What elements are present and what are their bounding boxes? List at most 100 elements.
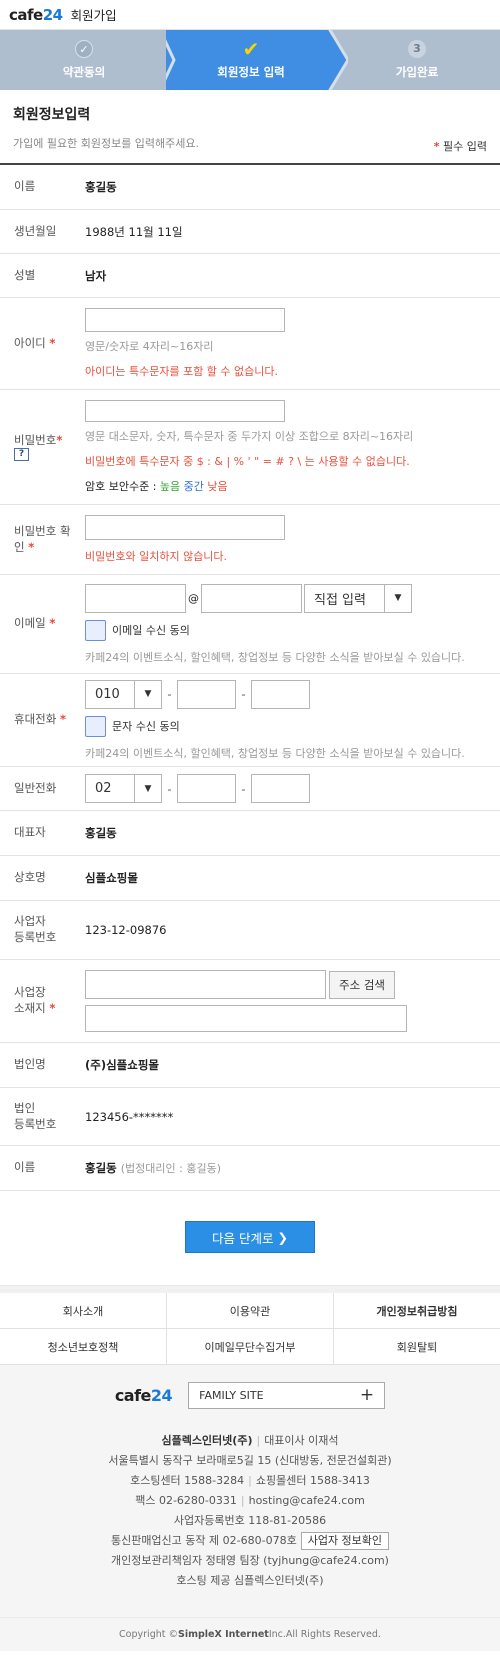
phone-mid-input[interactable] (177, 774, 236, 803)
label-email: 이메일 * (14, 616, 56, 631)
sms-consent[interactable]: 문자 수신 동의 (85, 715, 500, 737)
footer-links: 회사소개 이용약관 개인정보취급방침 청소년보호정책 이메일무단수집거부 회원탈… (0, 1293, 500, 1365)
value-gender: 남자 (85, 268, 107, 283)
email-consent-checkbox[interactable] (85, 619, 106, 641)
dropdown-arrow-icon: ▼ (384, 584, 411, 612)
step-info-input: ✔ 회원정보 입력 (217, 37, 285, 79)
required-star-icon: * (49, 335, 56, 350)
row-gender: 성별 남자 (0, 254, 500, 298)
company-address: 서울특별시 동작구 보라매로5길 15 (신대방동, 전문건설회관) (108, 1454, 392, 1467)
footer-link-no-email[interactable]: 이메일무단수집거부 (167, 1329, 334, 1365)
label-password: 비밀번호* ? (14, 432, 63, 462)
mobile-mid-input[interactable] (177, 679, 236, 709)
password-confirm-error: 비밀번호와 일치하지 않습니다. (85, 550, 228, 563)
mobile-last-input[interactable] (251, 679, 310, 709)
copyright: Copyright © SimpleX Internet Inc.All Rig… (0, 1617, 500, 1651)
value-ceo: 홍길동 (85, 826, 117, 840)
section-title: 회원정보입력 (13, 107, 91, 123)
label-bizno: 사업자 등록번호 (14, 914, 57, 944)
biz-number: 사업자등록번호 118-81-20586 (173, 1514, 327, 1527)
footer-link-privacy[interactable]: 개인정보취급방침 (334, 1293, 500, 1329)
next-step-button[interactable]: 다음 단계로 ❯ (185, 1221, 315, 1253)
label-phone: 일반전화 (14, 780, 57, 795)
address-line1-input[interactable] (85, 970, 326, 999)
step-complete: 3 가입완료 (395, 40, 439, 79)
email-local-input[interactable] (85, 583, 186, 613)
required-star-icon: * (28, 539, 35, 554)
phone-last-input[interactable] (251, 774, 310, 803)
password-input[interactable] (85, 400, 285, 422)
contact-email: hosting@cafe24.com (248, 1494, 365, 1507)
row-password: 비밀번호* ? 영문 대소문자, 숫자, 특수문자 중 두가지 이상 조합으로 … (0, 390, 500, 505)
strength-high: 높음 (159, 480, 181, 493)
label-corp-no: 법인 등록번호 (14, 1100, 57, 1131)
footer-link-about[interactable]: 회사소개 (0, 1293, 167, 1329)
password-error: 비밀번호에 특수문자 중 $ : & | % ' " = # ? \ 는 사용할… (85, 455, 410, 468)
page-title: 회원가입 (70, 8, 117, 23)
userid-hint: 영문/숫자로 4자리~16자리 (85, 340, 214, 353)
strength-low: 낮음 (207, 480, 228, 493)
password-help-icon[interactable]: ? (14, 448, 29, 462)
row-ceo: 대표자 홍길동 (0, 811, 500, 856)
email-domain-select[interactable]: 직접 입력 ▼ (304, 583, 412, 613)
password-hint: 영문 대소문자, 숫자, 특수문자 중 두가지 이상 조합으로 8자리~16자리 (85, 430, 414, 443)
required-star-icon: * (433, 140, 440, 153)
guardian-note: (법정대리인 : 홍길동) (120, 1162, 221, 1175)
row-corp-name: 법인명 (주)심플쇼핑몰 (0, 1043, 500, 1088)
email-consent[interactable]: 이메일 수신 동의 (85, 619, 500, 641)
label-ceo: 대표자 (14, 825, 46, 840)
value-representative: 홍길동 (85, 1161, 117, 1175)
footer-link-terms[interactable]: 이용약관 (167, 1293, 334, 1329)
value-birth: 1988년 11월 11일 (85, 224, 183, 239)
required-star-icon: * (49, 616, 56, 631)
phone-prefix-select[interactable]: 02 ▼ (85, 774, 162, 803)
label-representative: 이름 (14, 1160, 36, 1175)
required-legend: * 필수 입력 (433, 140, 487, 153)
footer-link-withdraw[interactable]: 회원탈퇴 (334, 1329, 500, 1365)
label-birth: 생년월일 (14, 223, 57, 238)
privacy-officer: 개인정보관리책임자 정태영 팀장 (tyjhung@cafe24.com) (111, 1554, 389, 1567)
row-email: 이메일 * @ 직접 입력 ▼ 이메일 수신 동의 카페24의 이벤트소식, 할… (0, 575, 500, 674)
row-birth: 생년월일 1988년 11월 11일 (0, 210, 500, 254)
required-star-icon: * (49, 1001, 56, 1015)
row-phone: 일반전화 02 ▼ - - (0, 767, 500, 811)
label-company: 상호명 (14, 870, 46, 885)
label-name: 이름 (14, 179, 36, 194)
check-icon: ✓ (75, 40, 93, 58)
footer-cafe24-logo[interactable]: cafe24 (115, 1386, 173, 1405)
dropdown-arrow-icon: ▼ (134, 775, 161, 802)
mobile-prefix-select[interactable]: 010 ▼ (85, 679, 162, 709)
label-address: 사업장 소재지 * (14, 985, 56, 1015)
address-search-button[interactable]: 주소 검색 (329, 970, 395, 999)
sms-consent-checkbox[interactable] (85, 715, 106, 737)
fax: 팩스 02-6280-0331 (135, 1494, 237, 1507)
footer-link-youth[interactable]: 청소년보호정책 (0, 1329, 167, 1365)
signup-progress: ✓ 약관동의 ✔ 회원정보 입력 3 가입완료 (0, 30, 500, 90)
address-line2-input[interactable] (85, 1005, 407, 1032)
dropdown-arrow-icon: ▼ (134, 680, 161, 708)
checkmark-icon: ✔ (242, 37, 260, 61)
value-bizno: 123-12-09876 (85, 923, 167, 937)
step-terms: ✓ 약관동의 (0, 30, 168, 90)
row-name: 이름 홍길동 (0, 165, 500, 210)
app-header: cafe24 회원가입 (0, 0, 500, 30)
label-userid: 아이디 * (14, 335, 56, 350)
email-domain-input[interactable] (201, 583, 302, 613)
userid-error: 아이디는 특수문자를 포함 할 수 없습니다. (85, 365, 279, 378)
company-ceo: 대표이사 이재석 (264, 1434, 339, 1447)
label-corp-name: 법인명 (14, 1057, 46, 1072)
shopping-center: 쇼핑몰센터 1588-3413 (255, 1474, 370, 1487)
userid-input[interactable] (85, 308, 285, 332)
divider (0, 1285, 500, 1293)
label-gender: 성별 (14, 267, 36, 282)
mobile-hint: 카페24의 이벤트소식, 할인혜택, 창업정보 등 다양한 소식을 받아보실 수… (85, 746, 465, 760)
cafe24-logo[interactable]: cafe24 (9, 6, 63, 24)
plus-icon: + (359, 1385, 375, 1405)
required-star-icon: * (56, 432, 63, 447)
step-number-icon: 3 (408, 40, 426, 58)
family-site-select[interactable]: FAMILY SITE + (188, 1382, 386, 1409)
biz-info-check-button[interactable]: 사업자 정보확인 (300, 1532, 390, 1550)
section-description: 가입에 필요한 회원정보를 입력해주세요. (13, 137, 200, 150)
mail-order-no: 통신판매업신고 동작 제 02-680-078호 (110, 1534, 297, 1547)
password-confirm-input[interactable] (85, 515, 285, 540)
